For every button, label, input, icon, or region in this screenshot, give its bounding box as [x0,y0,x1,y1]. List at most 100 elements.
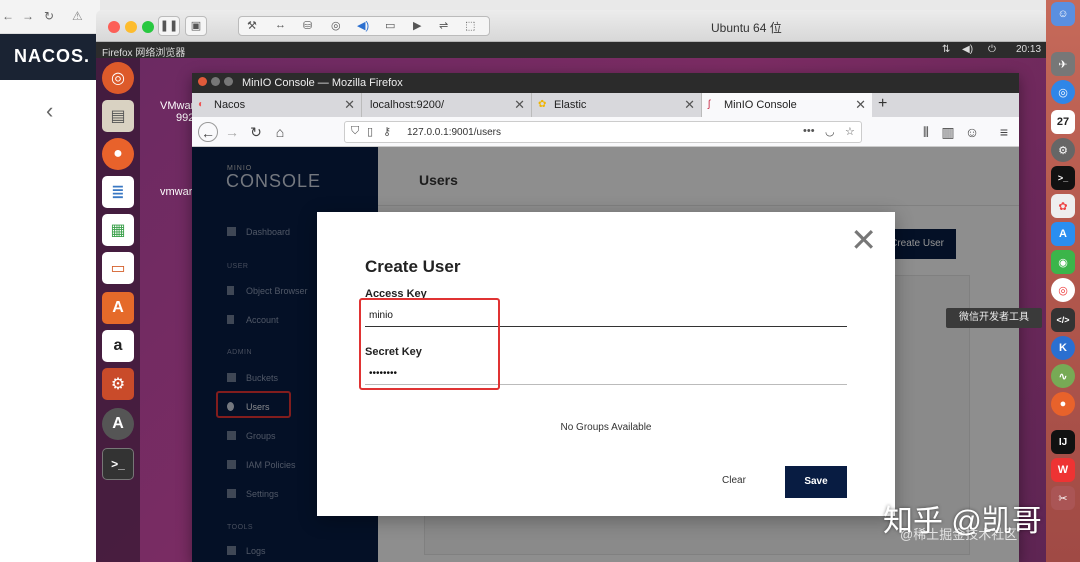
reload-icon[interactable]: ↻ [44,9,54,23]
chrome-icon[interactable]: ◎ [1051,278,1075,302]
tab-elastic[interactable]: ✿ Elastic ✕ [532,93,702,117]
maximize-window-icon[interactable] [142,21,154,33]
software-center-icon[interactable]: A [102,292,134,324]
warning-icon: ⚠ [72,9,83,23]
save-button[interactable]: Save [785,466,847,498]
volume-icon[interactable]: ◀) [962,44,973,55]
calc-icon[interactable]: ▦ [102,214,134,246]
system-preferences-icon[interactable]: ⚙ [1051,138,1075,162]
elastic-favicon-icon: ✿ [538,99,547,110]
navigation-bar: ← → ↻ ⌂ ⛉ ▯ ⚷ 127.0.0.1:9001/users ••• ◡… [192,117,1019,147]
firefox-icon[interactable]: ● [102,138,134,170]
forward-arrow-icon[interactable]: → [222,122,242,142]
dock-tooltip: 微信开发者工具 [946,308,1042,328]
amazon-icon[interactable]: a [102,330,134,362]
display-icon[interactable]: ▭ [385,19,395,32]
highlight-credentials [359,298,500,390]
close-window-icon[interactable] [198,77,207,86]
pocket-icon[interactable]: ◡ [825,125,835,138]
updater-icon[interactable]: A [102,408,134,440]
ubuntu-dock: ◎ ▤ ● ≣ ▦ ▭ A a ⚙ A >_ [96,58,140,562]
ubuntu-logo-icon[interactable]: ◎ [102,62,134,94]
window-title: MinIO Console — Mozilla Firefox [242,77,403,89]
finder-icon[interactable]: ☺ [1051,2,1075,26]
sidebar-icon[interactable]: ▥ [938,122,958,142]
screenshot-icon[interactable]: ✂ [1051,486,1075,510]
forward-arrow-icon[interactable]: → [22,9,34,23]
terminal-icon[interactable]: >_ [102,448,134,480]
back-arrow-icon[interactable]: ← [2,9,14,23]
home-icon[interactable]: ⌂ [270,122,290,142]
library-icon[interactable]: ⫴ [916,122,936,142]
page-actions-icon[interactable]: ••• [803,125,815,137]
shield-icon[interactable]: ⛉ [351,125,359,138]
chevron-left-icon[interactable]: ‹ [46,98,53,124]
close-tab-icon[interactable]: ✕ [514,97,525,113]
back-arrow-icon[interactable]: ← [198,122,218,142]
clear-button[interactable]: Clear [722,475,746,486]
firefox-titlebar: MinIO Console — Mozilla Firefox [192,73,1019,93]
mac-dock: ☺ ✈ ◎ 27 ⚙ >_ ✿ A ◉ ◎ </> K ∿ ● IJ W ✂ [1046,0,1080,562]
writer-icon[interactable]: ≣ [102,176,134,208]
nacos-favicon-icon: ◐ [198,99,205,110]
nacos-page: ‹ [0,80,100,562]
desktop-label[interactable]: VMwar [160,100,194,112]
wrench-icon[interactable]: ⚒ [247,19,257,32]
camera-icon[interactable]: ◎ [331,19,341,32]
intellij-icon[interactable]: IJ [1051,430,1075,454]
close-tab-icon[interactable]: ✕ [344,97,355,113]
minimize-window-icon[interactable] [125,21,137,33]
app-store-icon[interactable]: A [1051,222,1075,246]
launchpad-icon[interactable]: ✈ [1051,52,1075,76]
terminal-icon[interactable]: >_ [1051,166,1075,190]
wechat-devtools-icon[interactable]: </> [1051,308,1075,332]
new-tab-icon[interactable]: + [878,95,887,113]
settings-gear-icon[interactable]: ⚙ [102,368,134,400]
usb-icon[interactable]: ⇌ [439,19,448,32]
host-browser-tabbar: ← → ↻ ⚠ [0,0,100,34]
watermark-sub: @稀土掘金技术社区 [900,527,1018,542]
create-user-modal: ✕ Create User Access Key Secret Key No G… [317,212,895,516]
reload-icon[interactable]: ↻ [246,122,266,142]
resize-icon[interactable]: ↔ [275,19,286,31]
page-icon: ▯ [367,126,374,138]
k-app-icon[interactable]: K [1051,336,1075,360]
share-icon[interactable]: ⬚ [465,19,475,32]
wireshark-icon[interactable]: ∿ [1051,364,1075,388]
tab-nacos[interactable]: ◐ Nacos ✕ [192,93,362,117]
nacos-header: NACOS. [0,34,100,80]
desktop-label[interactable]: vmwar [160,186,192,198]
calendar-icon[interactable]: 27 [1051,110,1075,134]
modal-title: Create User [365,257,461,276]
tab-localhost-9200[interactable]: localhost:9200/ ✕ [362,93,532,117]
snapshot-icon[interactable]: ▣ [185,16,207,36]
impress-icon[interactable]: ▭ [102,252,134,284]
wps-icon[interactable]: W [1051,458,1075,482]
url-text[interactable]: 127.0.0.1:9001/users [407,127,501,138]
vm-title: Ubuntu 64 位 [711,21,782,35]
pause-icon[interactable]: ❚❚ [158,16,180,36]
power-icon[interactable]: ⏻ [988,44,996,55]
photos-icon[interactable]: ✿ [1051,194,1075,218]
speaker-icon[interactable]: ◀) [357,19,369,32]
close-tab-icon[interactable]: ✕ [855,97,866,113]
minimize-window-icon[interactable] [211,77,220,86]
key-icon[interactable]: ⚷ [383,125,391,138]
video-icon[interactable]: ▶ [413,19,421,32]
network-icon[interactable]: ⇅ [942,44,950,55]
drive-icon[interactable]: ⛁ [303,19,312,32]
files-icon[interactable]: ▤ [102,100,134,132]
maximize-window-icon[interactable] [224,77,233,86]
firefox-icon[interactable]: ● [1051,392,1075,416]
close-tab-icon[interactable]: ✕ [684,97,695,113]
safari-icon[interactable]: ◎ [1051,80,1075,104]
close-icon[interactable]: ✕ [850,224,877,256]
bookmark-star-icon[interactable]: ☆ [845,125,855,138]
account-icon[interactable]: ☺ [962,122,982,142]
menu-icon[interactable]: ≡ [994,122,1014,142]
tab-minio-console[interactable]: ʃ MinIO Console ✕ [702,93,872,117]
close-window-icon[interactable] [108,21,120,33]
wechat-icon[interactable]: ◉ [1051,250,1075,274]
url-bar[interactable]: ⛉ ▯ ⚷ 127.0.0.1:9001/users ••• ◡ ☆ [344,121,862,143]
nacos-logo: NACOS. [14,46,91,66]
